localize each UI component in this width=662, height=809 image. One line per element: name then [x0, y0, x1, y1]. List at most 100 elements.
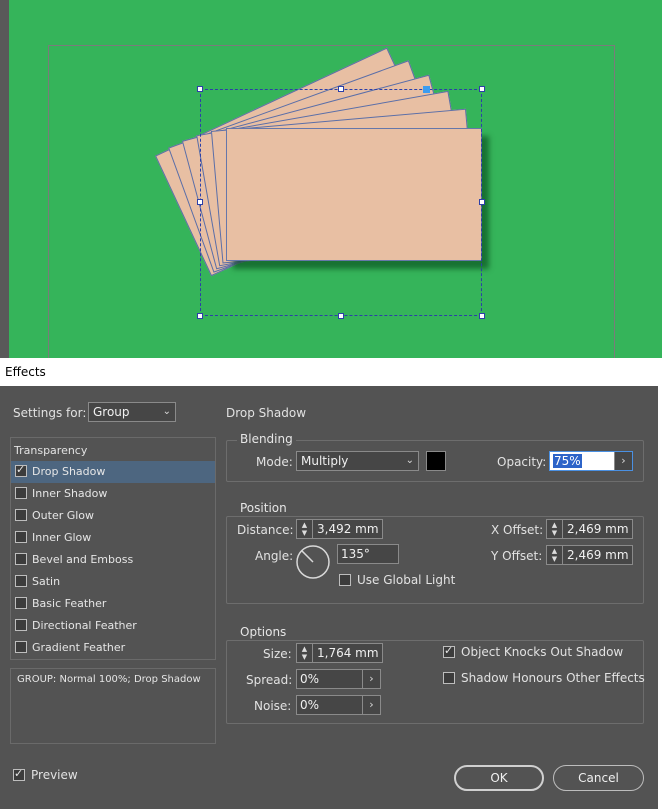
- preview-checkbox[interactable]: [13, 767, 25, 781]
- y-offset-label: Y Offset:: [491, 549, 543, 563]
- selection-handle[interactable]: [479, 313, 485, 319]
- drop-shadow-checkbox[interactable]: [15, 463, 27, 477]
- chevron-right-icon[interactable]: ›: [362, 696, 380, 714]
- cancel-button[interactable]: Cancel: [553, 765, 644, 791]
- shadow-honours-checkbox[interactable]: [443, 672, 455, 684]
- effect-item-gradient-feather[interactable]: Gradient Feather: [11, 637, 215, 659]
- distance-value: 3,492 mm: [317, 522, 379, 536]
- effect-item-label: Inner Shadow: [32, 487, 108, 500]
- stepper-arrows-icon[interactable]: ▲ ▼: [547, 520, 563, 538]
- y-offset-value: 2,469 mm: [567, 548, 629, 562]
- distance-stepper[interactable]: ▲ ▼ 3,492 mm: [296, 519, 383, 539]
- chevron-down-icon: ⌄: [405, 455, 414, 466]
- effect-item-label: Outer Glow: [32, 509, 95, 522]
- blend-mode-value: Multiply: [301, 454, 349, 468]
- spread-field[interactable]: 0% ›: [296, 669, 381, 689]
- object-knocks-out-label: Object Knocks Out Shadow: [461, 645, 624, 659]
- effect-item-inner-glow[interactable]: Inner Glow: [11, 527, 215, 549]
- chevron-right-icon[interactable]: ›: [614, 452, 632, 470]
- effect-item-satin[interactable]: Satin: [11, 571, 215, 593]
- position-title: Position: [237, 501, 290, 515]
- opacity-field[interactable]: 75% ›: [549, 451, 633, 471]
- bevel-emboss-checkbox[interactable]: [15, 553, 27, 565]
- settings-for-value: Group: [93, 405, 130, 419]
- dialog-edge: [658, 358, 662, 809]
- x-offset-label: X Offset:: [491, 523, 544, 537]
- dialog-title: Effects: [5, 365, 46, 379]
- effect-item-label: Satin: [32, 575, 61, 588]
- selection-bounding-box[interactable]: [200, 89, 482, 316]
- stepper-arrows-icon[interactable]: ▲ ▼: [297, 520, 313, 538]
- noise-value: 0%: [300, 698, 320, 712]
- x-offset-stepper[interactable]: ▲ ▼ 2,469 mm: [546, 519, 633, 539]
- angle-field[interactable]: 135°: [337, 544, 399, 564]
- effect-item-label: Gradient Feather: [32, 641, 126, 654]
- chevron-down-icon: ⌄: [162, 406, 171, 417]
- selection-handle[interactable]: [479, 86, 485, 92]
- selection-handle[interactable]: [197, 86, 203, 92]
- size-label: Size:: [263, 647, 292, 661]
- x-offset-value: 2,469 mm: [567, 522, 629, 536]
- inner-shadow-checkbox[interactable]: [15, 487, 27, 499]
- blend-mode-dropdown[interactable]: Multiply ⌄: [296, 451, 419, 471]
- selection-handle[interactable]: [338, 313, 344, 319]
- basic-feather-checkbox[interactable]: [15, 597, 27, 609]
- angle-label: Angle:: [255, 549, 294, 563]
- effect-item-label: Bevel and Emboss: [32, 553, 134, 566]
- shadow-honours-label: Shadow Honours Other Effects: [461, 671, 645, 685]
- outer-glow-checkbox[interactable]: [15, 509, 27, 521]
- size-value: 1,764 mm: [317, 646, 379, 660]
- effect-item-basic-feather[interactable]: Basic Feather: [11, 593, 215, 615]
- noise-field[interactable]: 0% ›: [296, 695, 381, 715]
- satin-checkbox[interactable]: [15, 575, 27, 587]
- effects-list-header[interactable]: Transparency: [14, 444, 87, 457]
- size-stepper[interactable]: ▲ ▼ 1,764 mm: [296, 643, 383, 663]
- effects-dialog: Effects Settings for: Group ⌄ Transparen…: [0, 358, 662, 809]
- chevron-right-icon[interactable]: ›: [362, 670, 380, 688]
- effect-item-directional-feather[interactable]: Directional Feather: [11, 615, 215, 637]
- distance-label: Distance:: [237, 523, 294, 537]
- stepper-arrows-icon[interactable]: ▲ ▼: [297, 644, 313, 662]
- options-title: Options: [237, 625, 290, 639]
- selection-handle[interactable]: [338, 86, 344, 92]
- effects-summary-text: GROUP: Normal 100%; Drop Shadow: [17, 674, 201, 685]
- effects-list: Transparency Drop Shadow Inner Shadow Ou…: [10, 437, 216, 660]
- mode-label: Mode:: [256, 455, 293, 469]
- directional-feather-checkbox[interactable]: [15, 619, 27, 631]
- effect-item-label: Drop Shadow: [32, 465, 106, 478]
- selection-handle[interactable]: [197, 313, 203, 319]
- effects-summary: GROUP: Normal 100%; Drop Shadow: [10, 668, 216, 744]
- spread-value: 0%: [300, 672, 320, 686]
- gradient-feather-checkbox[interactable]: [15, 641, 27, 653]
- opacity-value: 75%: [553, 454, 582, 468]
- ok-button[interactable]: OK: [454, 765, 544, 791]
- inner-glow-checkbox[interactable]: [15, 531, 27, 543]
- content-grabber-handle[interactable]: [423, 86, 430, 93]
- section-title: Drop Shadow: [226, 406, 307, 420]
- effect-item-label: Basic Feather: [32, 597, 107, 610]
- effect-item-inner-shadow[interactable]: Inner Shadow: [11, 483, 215, 505]
- stepper-arrows-icon[interactable]: ▲ ▼: [547, 546, 563, 564]
- effect-item-drop-shadow[interactable]: Drop Shadow: [11, 461, 215, 483]
- noise-label: Noise:: [254, 699, 292, 713]
- selection-handle[interactable]: [479, 199, 485, 205]
- selection-handle[interactable]: [197, 199, 203, 205]
- object-knocks-out-checkbox[interactable]: [443, 644, 455, 658]
- document-canvas[interactable]: [0, 0, 662, 365]
- opacity-label: Opacity:: [497, 455, 547, 469]
- angle-dial-icon[interactable]: [295, 544, 331, 580]
- spread-label: Spread:: [246, 673, 293, 687]
- shadow-color-swatch[interactable]: [426, 451, 446, 471]
- settings-for-dropdown[interactable]: Group ⌄: [88, 402, 176, 422]
- effect-item-outer-glow[interactable]: Outer Glow: [11, 505, 215, 527]
- preview-label: Preview: [31, 768, 78, 782]
- effect-item-label: Inner Glow: [32, 531, 92, 544]
- effect-item-label: Directional Feather: [32, 619, 137, 632]
- dialog-titlebar[interactable]: Effects: [0, 358, 658, 386]
- use-global-light-label: Use Global Light: [357, 573, 456, 587]
- effect-item-bevel-emboss[interactable]: Bevel and Emboss: [11, 549, 215, 571]
- angle-value: 135°: [341, 547, 370, 561]
- settings-for-label: Settings for:: [13, 406, 87, 420]
- use-global-light-checkbox[interactable]: [339, 574, 351, 586]
- y-offset-stepper[interactable]: ▲ ▼ 2,469 mm: [546, 545, 633, 565]
